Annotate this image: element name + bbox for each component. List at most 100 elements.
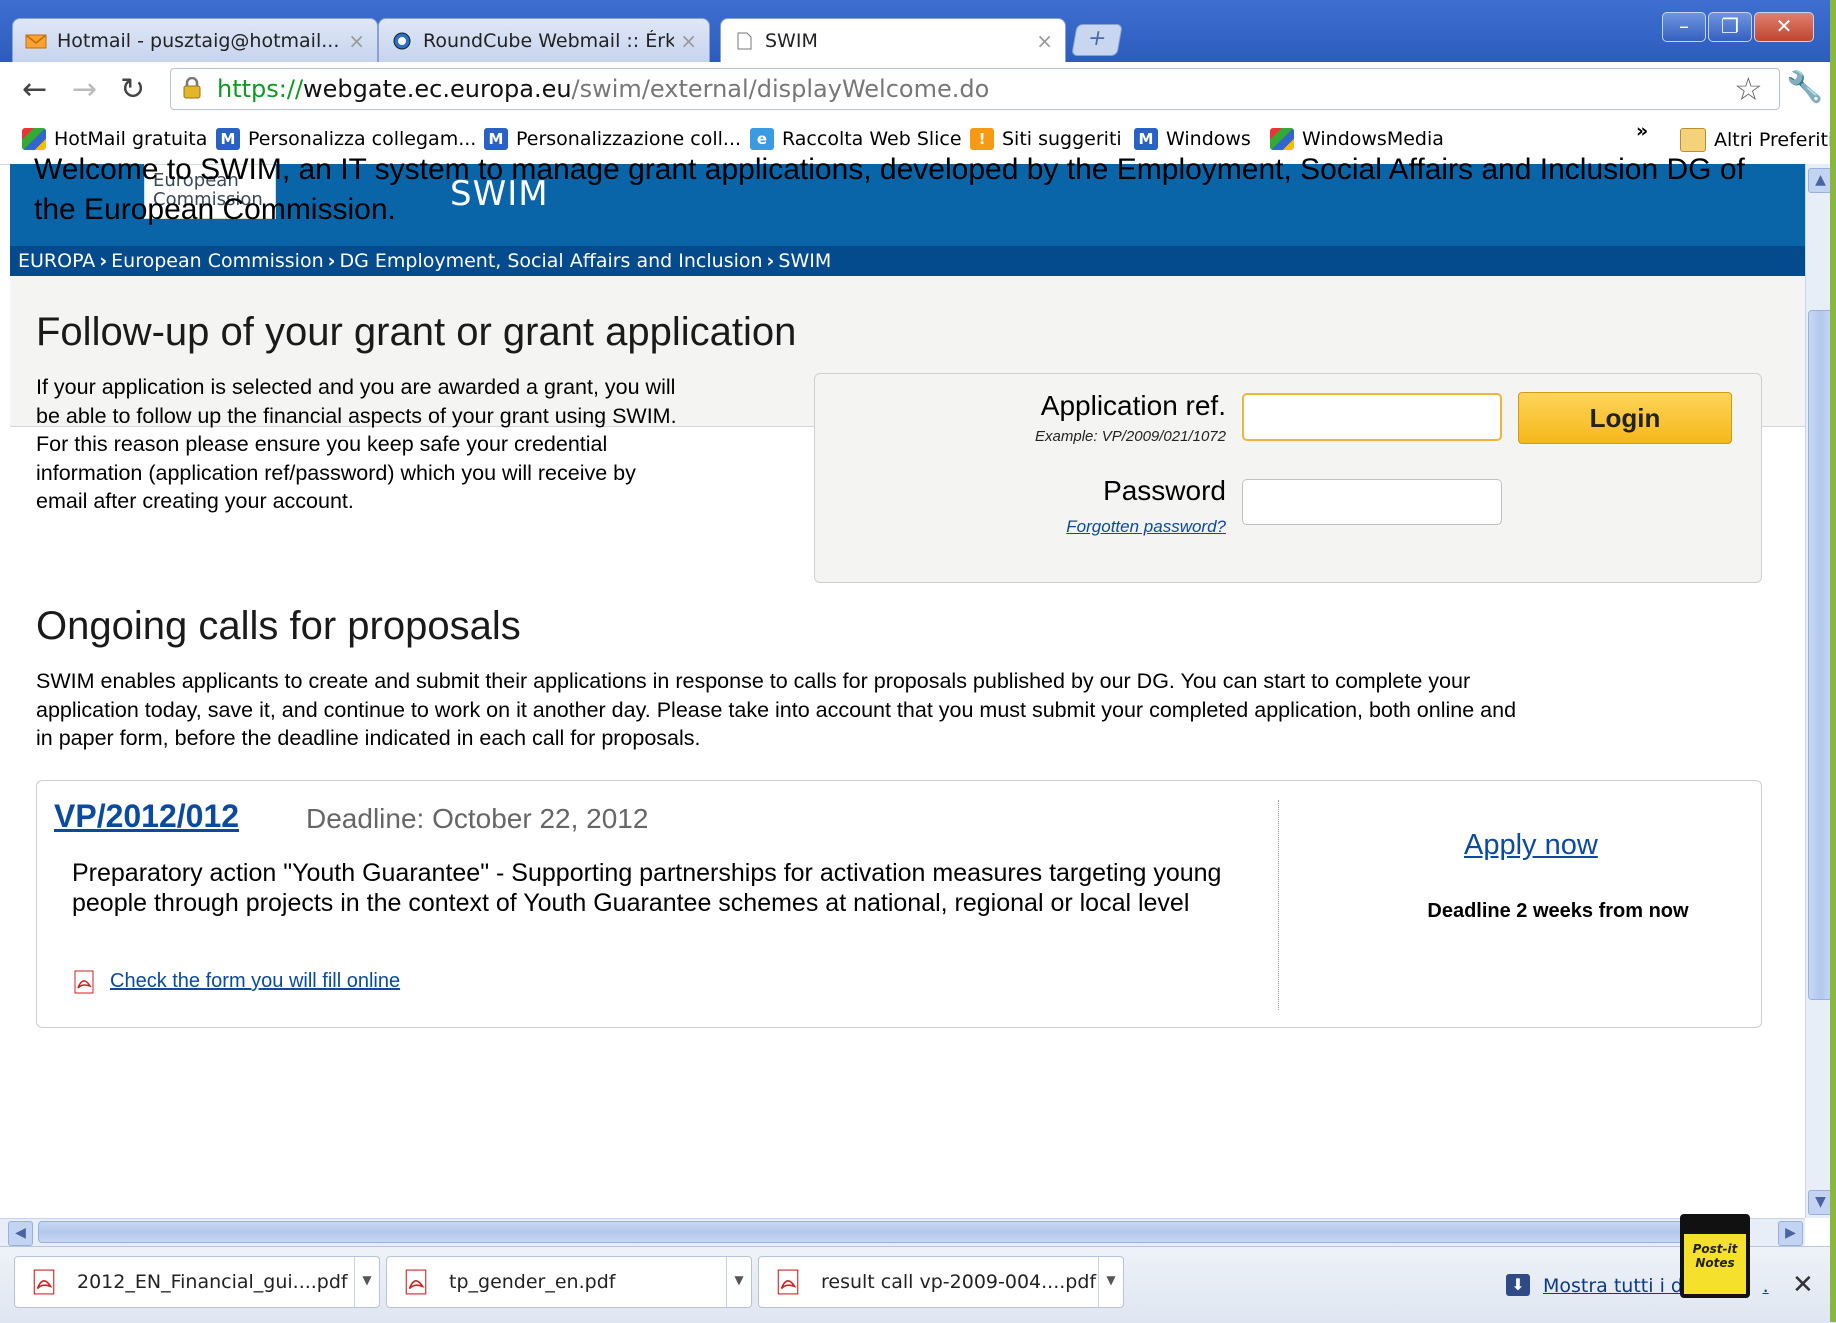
breadcrumb-item[interactable]: EUROPA	[18, 250, 95, 272]
bookmark-label: Raccolta Web Slice	[782, 128, 962, 150]
msn-m-icon: M	[1134, 128, 1158, 150]
close-icon[interactable]: ×	[348, 29, 365, 53]
scroll-right-icon[interactable]: ▶	[1778, 1221, 1803, 1246]
hotmail-envelope-icon	[25, 33, 47, 48]
call-divider	[1278, 800, 1279, 1010]
horizontal-scroll-thumb[interactable]	[38, 1221, 1738, 1243]
downloads-arrow-icon: ⬇	[1506, 1274, 1530, 1296]
download-filename: result call vp-2009-004....pdf	[821, 1271, 1097, 1293]
application-ref-example: Example: VP/2009/021/1072	[1035, 428, 1226, 445]
welcome-text: Welcome to SWIM, an IT system to manage …	[34, 153, 1745, 226]
msn-m-icon: M	[216, 128, 240, 150]
url-path: /swim/external/displayWelcome.do	[571, 75, 990, 103]
login-button[interactable]: Login	[1518, 392, 1732, 444]
pdf-icon	[33, 1269, 55, 1295]
breadcrumb: EUROPA › European Commission › DG Employment…	[10, 246, 1805, 276]
scroll-left-icon[interactable]: ◀	[8, 1221, 33, 1246]
maximize-button[interactable]: ❐	[1708, 12, 1752, 42]
application-ref-label: Application ref.	[1040, 390, 1226, 421]
wrench-icon[interactable]: 🔧	[1786, 70, 1823, 105]
bookmark-label: Personalizza collegam...	[248, 128, 477, 150]
pdf-icon	[405, 1269, 427, 1295]
dropdown-arrow-icon[interactable]: ▼	[354, 1257, 379, 1307]
deadline-note: Deadline 2 weeks from now	[1427, 900, 1689, 922]
calls-heading: Ongoing calls for proposals	[36, 604, 521, 648]
postit-line: Notes	[1695, 1256, 1735, 1270]
lock-icon	[183, 77, 201, 99]
bookmark-label: WindowsMedia	[1302, 128, 1444, 150]
bookmark-label: Altri Preferiti	[1714, 129, 1834, 151]
minimize-button[interactable]: –	[1662, 12, 1706, 42]
close-downloads-icon[interactable]: ✕	[1792, 1270, 1814, 1300]
download-filename: 2012_EN_Financial_gui....pdf	[77, 1271, 348, 1293]
bookmarks-overflow-button[interactable]: »	[1636, 120, 1648, 142]
breadcrumb-item: SWIM	[778, 250, 832, 272]
bookmark-web-slice[interactable]: e Raccolta Web Slice	[750, 128, 962, 150]
tab-title: Hotmail - pusztaig@hotmail...	[57, 29, 340, 52]
chevron-right-icon: ›	[327, 250, 336, 272]
download-item[interactable]: tp_gender_en.pdf ▼	[386, 1256, 752, 1308]
msn-m-icon: M	[484, 128, 508, 150]
download-item[interactable]: 2012_EN_Financial_gui....pdf ▼	[14, 1256, 380, 1308]
chevron-right-icon: ›	[99, 250, 108, 272]
call-deadline: Deadline: October 22, 2012	[306, 803, 649, 834]
postit-line: Post-it	[1692, 1242, 1738, 1256]
url-host: webgate.ec.europa.eu	[303, 75, 572, 103]
call-description: Preparatory action "Youth Guarantee" - S…	[72, 859, 1222, 917]
chevron-right-icon: ›	[766, 250, 775, 272]
call-ref-link[interactable]: VP/2012/012	[54, 798, 239, 835]
show-all-suffix: .	[1762, 1275, 1769, 1297]
show-all-text: Mostra tutti i do	[1543, 1275, 1695, 1297]
windows-flag-icon	[1270, 128, 1294, 150]
tab-roundcube[interactable]: RoundCube Webmail :: Érk... ×	[378, 18, 710, 62]
dropdown-arrow-icon[interactable]: ▼	[1098, 1257, 1123, 1307]
bookmark-star-icon[interactable]: ☆	[1734, 70, 1763, 108]
calls-text: SWIM enables applicants to create and su…	[36, 669, 1517, 750]
breadcrumb-item[interactable]: DG Employment, Social Affairs and Inclus…	[339, 250, 762, 272]
address-bar[interactable]: https://webgate.ec.europa.eu/swim/extern…	[170, 68, 1780, 110]
folder-icon	[1680, 128, 1706, 152]
slide-edge-decoration	[1830, 0, 1836, 1322]
password-input[interactable]	[1242, 479, 1502, 525]
back-arrow-icon[interactable]: ←	[22, 72, 47, 107]
forgotten-password-link[interactable]: Forgotten password?	[960, 517, 1226, 537]
new-tab-button[interactable]: +	[1071, 24, 1123, 56]
other-bookmarks[interactable]: Altri Preferiti	[1680, 128, 1833, 152]
application-ref-input[interactable]	[1242, 393, 1502, 441]
lightbulb-icon: !	[970, 128, 994, 150]
tab-title: RoundCube Webmail :: Érk...	[423, 29, 675, 52]
tab-swim[interactable]: SWIM ×	[720, 18, 1066, 62]
bookmark-siti-suggeriti[interactable]: ! Siti suggeriti	[970, 128, 1122, 150]
windows-flag-icon	[22, 128, 46, 150]
bookmark-label: Siti suggeriti	[1002, 128, 1122, 150]
tab-hotmail[interactable]: Hotmail - pusztaig@hotmail... ×	[12, 18, 378, 62]
roundcube-globe-icon	[393, 32, 411, 49]
pdf-icon	[777, 1269, 799, 1295]
password-label: Password	[1103, 475, 1226, 506]
bookmark-windows[interactable]: M Windows	[1134, 128, 1251, 150]
bookmark-hotmail[interactable]: HotMail gratuita	[22, 128, 207, 150]
close-icon[interactable]: ×	[1036, 29, 1053, 53]
bookmark-windowsmedia[interactable]: WindowsMedia	[1270, 128, 1444, 150]
forward-arrow-icon[interactable]: →	[72, 72, 97, 107]
bookmark-personalizzazione[interactable]: M Personalizzazione coll...	[484, 128, 741, 150]
apply-now-link[interactable]: Apply now	[1464, 829, 1598, 862]
window-close-button[interactable]: ✕	[1754, 12, 1814, 42]
ie-e-icon: e	[750, 128, 774, 150]
page-icon	[737, 32, 752, 49]
close-icon[interactable]: ×	[680, 29, 697, 53]
postit-notes-widget[interactable]: Post-it Notes	[1680, 1214, 1750, 1298]
followup-text: If your application is selected and you …	[36, 375, 677, 513]
dropdown-arrow-icon[interactable]: ▼	[726, 1257, 751, 1307]
postit-notes-icon: Post-it Notes	[1684, 1234, 1746, 1294]
check-form-link[interactable]: Check the form you will fill online	[110, 970, 400, 993]
url-scheme: https://	[217, 75, 304, 103]
pdf-icon	[74, 970, 94, 994]
bookmark-label: Personalizzazione coll...	[516, 128, 742, 150]
tab-title: SWIM	[765, 29, 818, 52]
bookmark-personalizza[interactable]: M Personalizza collegam...	[216, 128, 476, 150]
reload-icon[interactable]: ↻	[120, 72, 145, 107]
download-filename: tp_gender_en.pdf	[449, 1271, 616, 1293]
download-item[interactable]: result call vp-2009-004....pdf ▼	[758, 1256, 1124, 1308]
breadcrumb-item[interactable]: European Commission	[111, 250, 323, 272]
